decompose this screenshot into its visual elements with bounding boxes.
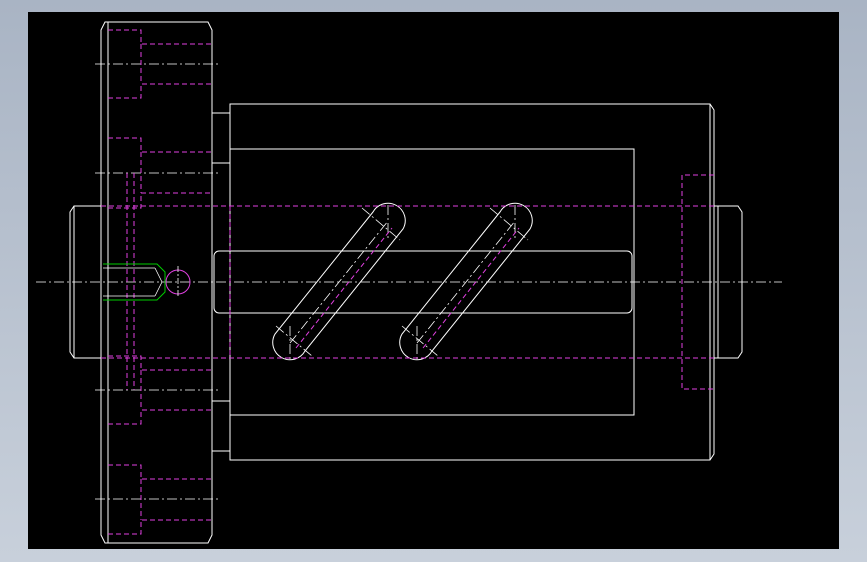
- slot-hidden-1: [295, 227, 393, 349]
- tapped-hole-cone-b: [154, 281, 163, 297]
- bolt-hole-4: [108, 464, 212, 535]
- visible-edges: [69, 21, 743, 544]
- slot-cross-2b: [401, 325, 439, 357]
- cad-drawing: [36, 21, 782, 544]
- slot-hidden-2: [422, 227, 520, 349]
- lower-neck: [212, 400, 231, 452]
- slot-cross-2a: [489, 207, 529, 241]
- slot-cross-1b: [275, 325, 313, 357]
- bolt-hole-2: [108, 137, 212, 209]
- cad-viewport[interactable]: [28, 12, 839, 549]
- bolt-hole-1: [108, 29, 212, 99]
- bolt-hole-3: [108, 355, 212, 425]
- tapped-hole-cone: [154, 267, 163, 283]
- center-lines: [36, 63, 782, 500]
- hidden-edges: [101, 29, 714, 535]
- slot-cross-1a: [361, 207, 401, 241]
- upper-neck: [212, 112, 231, 164]
